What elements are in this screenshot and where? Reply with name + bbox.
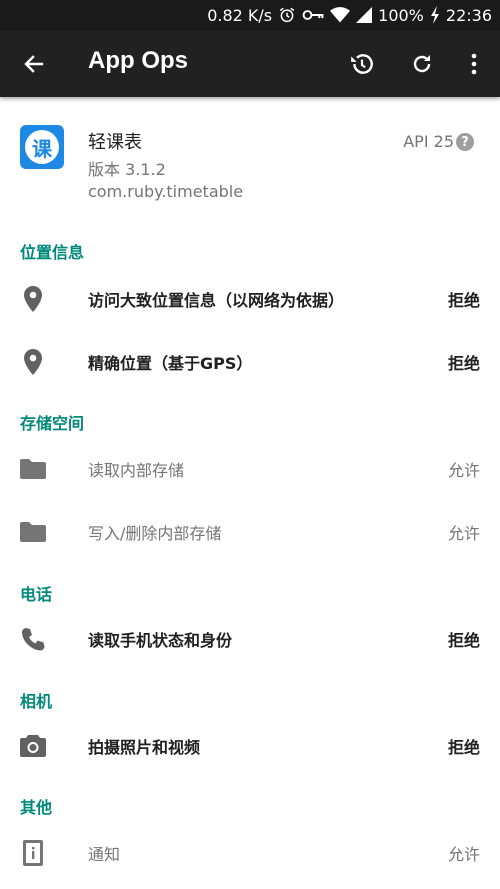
info-device-icon xyxy=(20,840,46,866)
folder-icon xyxy=(20,519,46,545)
permission-status[interactable]: 拒绝 xyxy=(448,734,480,758)
permission-status[interactable]: 允许 xyxy=(448,457,480,481)
status-bar: 0.82 K/s 100% 22:36 xyxy=(0,0,500,30)
permission-row-notification[interactable]: 通知 允许 xyxy=(0,821,500,883)
folder-icon xyxy=(20,456,46,482)
permission-label: 通知 xyxy=(88,845,121,864)
network-speed: 0.82 K/s xyxy=(207,5,273,25)
permission-status[interactable]: 拒绝 xyxy=(448,350,480,374)
permission-row-fine-location[interactable]: 精确位置（基于GPS） 拒绝 xyxy=(0,330,500,392)
permission-row-phone-state[interactable]: 读取手机状态和身份 拒绝 xyxy=(0,607,500,669)
back-arrow-icon[interactable] xyxy=(14,44,54,84)
refresh-icon[interactable] xyxy=(402,44,442,84)
app-info-header: 课 轻课表 版本 3.1.2 com.ruby.timetable API 25… xyxy=(0,97,500,221)
app-icon-glyph: 课 xyxy=(25,130,59,164)
page-title: App Ops xyxy=(88,47,188,74)
location-pin-icon xyxy=(20,349,46,375)
app-version: 版本 3.1.2 xyxy=(88,160,166,179)
location-pin-icon xyxy=(20,286,46,312)
permission-status[interactable]: 拒绝 xyxy=(448,627,480,651)
permission-row-read-storage[interactable]: 读取内部存储 允许 xyxy=(0,437,500,499)
section-header-storage: 存储空间 xyxy=(20,414,85,433)
app-icon: 课 xyxy=(20,125,64,169)
camera-icon xyxy=(20,733,46,759)
permission-row-coarse-location[interactable]: 访问大致位置信息（以网络为依据） 拒绝 xyxy=(0,267,500,329)
phone-icon xyxy=(20,626,46,652)
permission-label: 写入/删除内部存储 xyxy=(88,524,222,543)
api-level: API 25 xyxy=(403,132,454,151)
section-header-location: 位置信息 xyxy=(20,243,85,262)
wifi-icon xyxy=(330,7,351,23)
section-header-phone: 电话 xyxy=(20,585,53,604)
app-name: 轻课表 xyxy=(88,132,142,153)
permission-label: 拍摄照片和视频 xyxy=(88,738,201,757)
permission-row-write-storage[interactable]: 写入/删除内部存储 允许 xyxy=(0,500,500,562)
section-header-camera: 相机 xyxy=(20,692,53,711)
key-icon xyxy=(302,6,324,24)
alarm-icon xyxy=(278,6,296,24)
battery-percent: 100% xyxy=(378,5,424,25)
permission-status[interactable]: 允许 xyxy=(448,841,480,865)
permission-status[interactable]: 拒绝 xyxy=(448,287,480,311)
more-vert-icon[interactable] xyxy=(454,44,494,84)
clock: 22:36 xyxy=(445,5,492,25)
signal-icon xyxy=(356,7,373,23)
permission-label: 读取内部存储 xyxy=(88,461,185,480)
restore-icon[interactable] xyxy=(342,44,382,84)
charging-icon xyxy=(430,6,440,24)
permission-label: 访问大致位置信息（以网络为依据） xyxy=(88,291,345,310)
permission-label: 读取手机状态和身份 xyxy=(88,631,233,650)
permission-status[interactable]: 允许 xyxy=(448,520,480,544)
app-bar: App Ops xyxy=(0,30,500,97)
section-header-other: 其他 xyxy=(20,798,53,817)
permission-label: 精确位置（基于GPS） xyxy=(88,354,253,373)
help-icon[interactable]: ? xyxy=(456,133,474,151)
app-package: com.ruby.timetable xyxy=(88,182,244,201)
permission-row-camera[interactable]: 拍摄照片和视频 拒绝 xyxy=(0,714,500,776)
